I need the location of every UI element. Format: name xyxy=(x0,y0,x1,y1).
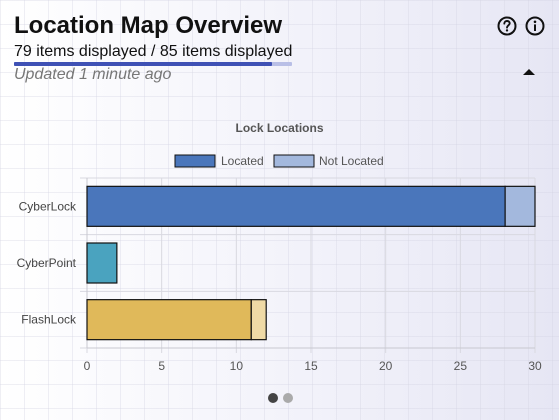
pagination-dot[interactable] xyxy=(283,393,293,403)
x-tick-label: 25 xyxy=(454,359,468,373)
x-tick-label: 15 xyxy=(304,359,318,373)
y-tick-label: CyberPoint xyxy=(17,256,77,270)
x-tick-label: 30 xyxy=(528,359,542,373)
x-tick-label: 0 xyxy=(84,359,91,373)
x-tick-label: 20 xyxy=(379,359,393,373)
legend-label: Located xyxy=(221,154,264,168)
bar-cyberlock-not-located xyxy=(504,185,536,227)
lock-locations-chart: Lock Locations Located Not Located CyberL… xyxy=(17,121,542,373)
legend-label: Not Located xyxy=(319,154,384,168)
bar-cyberlock-located xyxy=(86,185,506,227)
bar-cyberpoint-located xyxy=(86,242,118,284)
x-tick-label: 5 xyxy=(158,359,165,373)
legend-swatch xyxy=(174,154,216,168)
x-axis-labels: 0 5 10 15 20 25 30 xyxy=(84,359,542,373)
pagination-dot[interactable] xyxy=(268,393,278,403)
bar-flashlock-not-located xyxy=(250,299,267,341)
chart-legend: Located Not Located xyxy=(174,154,384,168)
y-tick-label: CyberLock xyxy=(19,199,77,213)
bar-flashlock-located xyxy=(86,299,252,341)
legend-swatch xyxy=(273,154,315,168)
y-tick-label: FlashLock xyxy=(21,313,77,327)
y-axis-labels: CyberLock CyberPoint FlashLock xyxy=(17,199,77,326)
chart-title: Lock Locations xyxy=(235,121,323,135)
x-tick-label: 10 xyxy=(230,359,244,373)
